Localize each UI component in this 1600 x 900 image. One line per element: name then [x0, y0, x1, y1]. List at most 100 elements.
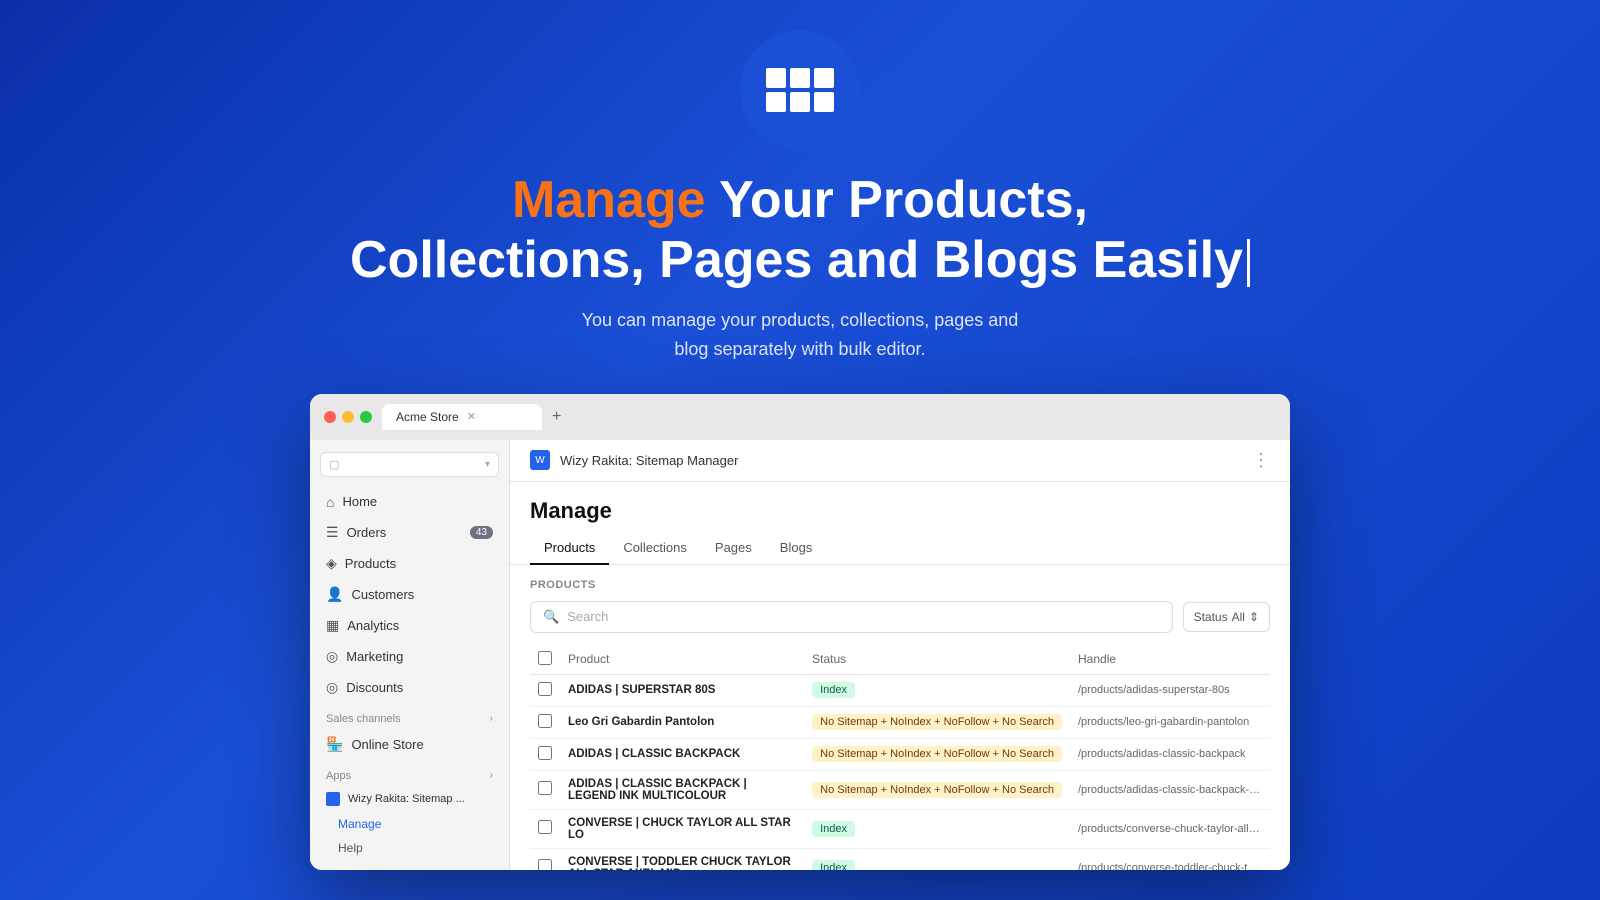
search-icon: 🔍 [543, 609, 559, 625]
sidebar-item-analytics[interactable]: ▦ Analytics [310, 610, 509, 641]
sidebar-item-help[interactable]: Help [310, 836, 509, 860]
row-checkbox[interactable] [538, 820, 552, 834]
row-checkbox-cell[interactable] [530, 738, 560, 770]
row-checkbox-cell[interactable] [530, 770, 560, 809]
tab-products[interactable]: Products [530, 532, 609, 565]
sidebar-search-box[interactable]: ▢ ▾ [320, 452, 499, 477]
product-column-header: Product [560, 645, 804, 675]
orders-badge: 43 [470, 526, 493, 539]
sidebar-online-store-label: Online Store [351, 737, 423, 752]
sidebar-item-wizy-rakita[interactable]: Wizy Rakita: Sitemap ... [310, 786, 509, 812]
home-icon: ⌂ [326, 494, 334, 510]
apps-section: Apps › [310, 760, 509, 786]
discounts-icon: ◎ [326, 679, 338, 696]
wizy-rakita-app-label: Wizy Rakita: Sitemap ... [348, 793, 465, 805]
manage-tabs: Products Collections Pages Blogs [510, 532, 1290, 565]
tab-close-icon[interactable]: ✕ [467, 410, 476, 423]
top-icon-area [740, 30, 860, 150]
products-toolbar: 🔍 Search Status All ⇕ [530, 601, 1270, 633]
row-checkbox-cell[interactable] [530, 706, 560, 738]
products-icon: ◈ [326, 555, 337, 572]
top-icon-grid [766, 68, 834, 112]
hero-pages-word: Pages [659, 231, 812, 289]
browser-body: ▢ ▾ ⌂ Home ☰ Orders 43 ◈ Products 👤 Cust… [310, 440, 1290, 870]
hero-collections-word: Collections [350, 231, 630, 289]
sidebar-item-products[interactable]: ◈ Products [310, 548, 509, 579]
status-select[interactable]: Status All ⇕ [1183, 602, 1270, 632]
hero-your-word: Your [719, 171, 848, 229]
product-handle-cell: /products/converse-chuck-taylor-all-star… [1070, 809, 1270, 848]
search-box[interactable]: 🔍 Search [530, 601, 1173, 633]
sidebar-item-manage[interactable]: Manage [310, 812, 509, 836]
sidebar-item-home[interactable]: ⌂ Home [310, 487, 509, 517]
customers-icon: 👤 [326, 586, 343, 603]
status-badge: Index [812, 821, 855, 837]
hero-manage-word: Manage [512, 171, 706, 229]
tab-pages[interactable]: Pages [701, 532, 766, 565]
cursor-blink [1247, 239, 1250, 287]
online-store-icon: 🏪 [326, 736, 343, 753]
products-table: Product Status Handle ADIDAS | SUPERSTAR… [530, 645, 1270, 870]
hero-subtitle: You can manage your products, collection… [350, 306, 1250, 364]
product-status-cell: No Sitemap + NoIndex + NoFollow + No Sea… [804, 770, 1070, 809]
status-badge: Index [812, 860, 855, 870]
row-checkbox[interactable] [538, 682, 552, 696]
wizy-rakita-app-icon [326, 792, 340, 806]
sales-channels-arrow: › [490, 713, 493, 724]
product-status-cell: Index [804, 848, 1070, 870]
row-checkbox[interactable] [538, 781, 552, 795]
dot-red[interactable] [324, 411, 336, 423]
hero-easily-word: Easily [1078, 231, 1243, 289]
app-header: W Wizy Rakita: Sitemap Manager ⋮ [510, 440, 1290, 482]
select-all-header[interactable] [530, 645, 560, 675]
top-icon-circle [740, 30, 860, 150]
handle-column-header: Handle [1070, 645, 1270, 675]
browser-dots [324, 411, 372, 423]
row-checkbox-cell[interactable] [530, 809, 560, 848]
product-name-cell: ADIDAS | SUPERSTAR 80S [560, 674, 804, 706]
row-checkbox-cell[interactable] [530, 674, 560, 706]
dot-yellow[interactable] [342, 411, 354, 423]
table-row: ADIDAS | CLASSIC BACKPACK No Sitemap + N… [530, 738, 1270, 770]
sidebar-item-customers[interactable]: 👤 Customers [310, 579, 509, 610]
status-select-arrow: ⇕ [1249, 610, 1259, 624]
sidebar-item-online-store[interactable]: 🏪 Online Store [310, 729, 509, 760]
dot-green[interactable] [360, 411, 372, 423]
browser-chrome: Acme Store ✕ + [310, 394, 1290, 440]
sidebar-item-orders[interactable]: ☰ Orders 43 [310, 517, 509, 548]
app-header-left: W Wizy Rakita: Sitemap Manager [530, 450, 738, 470]
tab-blogs[interactable]: Blogs [766, 532, 827, 565]
product-name-cell: ADIDAS | CLASSIC BACKPACK [560, 738, 804, 770]
status-badge: Index [812, 682, 855, 698]
browser-tab[interactable]: Acme Store ✕ [382, 404, 542, 430]
app-header-actions: ⋮ [1252, 450, 1270, 471]
tab-new-icon[interactable]: + [552, 408, 561, 426]
app-header-title: Wizy Rakita: Sitemap Manager [560, 453, 738, 468]
status-column-header: Status [804, 645, 1070, 675]
sidebar-products-label: Products [345, 556, 396, 571]
product-status-cell: Index [804, 809, 1070, 848]
select-all-checkbox[interactable] [538, 651, 552, 665]
app-header-icon: W [530, 450, 550, 470]
product-handle-cell: /products/leo-gri-gabardin-pantolon [1070, 706, 1270, 738]
hero-title-line1: Manage Your Products, [350, 170, 1250, 230]
marketing-icon: ◎ [326, 648, 338, 665]
product-name-cell: CONVERSE | CHUCK TAYLOR ALL STAR LO [560, 809, 804, 848]
hero-title-line2: Collections, Pages and Blogs Easily [350, 230, 1250, 290]
browser-tab-title: Acme Store [396, 410, 459, 424]
row-checkbox[interactable] [538, 859, 552, 870]
sidebar-item-discounts[interactable]: ◎ Discounts [310, 672, 509, 703]
analytics-icon: ▦ [326, 617, 339, 634]
sidebar-home-label: Home [342, 494, 377, 509]
tab-collections[interactable]: Collections [609, 532, 701, 565]
search-placeholder: Search [567, 609, 608, 624]
products-section-label: PRODUCTS [530, 579, 1270, 591]
hero-comma1: , [1074, 171, 1088, 229]
row-checkbox-cell[interactable] [530, 848, 560, 870]
sidebar-customers-label: Customers [351, 587, 414, 602]
row-checkbox[interactable] [538, 714, 552, 728]
sidebar-item-marketing[interactable]: ◎ Marketing [310, 641, 509, 672]
row-checkbox[interactable] [538, 746, 552, 760]
sidebar-discounts-label: Discounts [346, 680, 403, 695]
manage-title: Manage [510, 482, 1290, 524]
